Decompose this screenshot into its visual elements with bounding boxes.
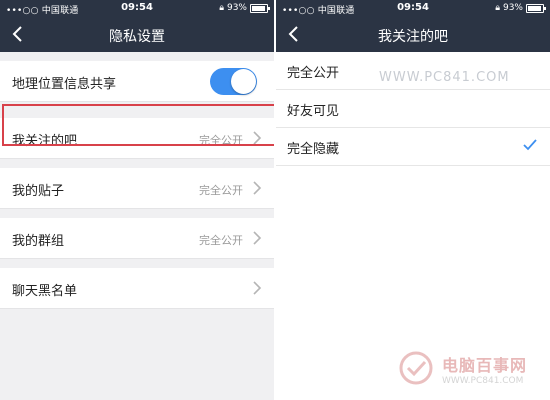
followed-bars-visibility-screen: •••○○ 中国联通 09:54 🔒︎ 93% 我关注的吧 完全公开 好友可见 … bbox=[276, 0, 550, 400]
option-label: 完全公开 bbox=[287, 66, 340, 81]
page-title: 我关注的吧 bbox=[378, 29, 448, 45]
page-title: 隐私设置 bbox=[109, 29, 165, 45]
row-label: 聊天黑名单 bbox=[12, 284, 78, 299]
battery-percent: 93% bbox=[502, 3, 523, 13]
my-groups-row[interactable]: 我的群组 完全公开 bbox=[0, 218, 274, 259]
site-logo: 电脑百事网 WWW.PC841.COM bbox=[398, 348, 548, 394]
nav-bar: 我关注的吧 bbox=[276, 17, 550, 52]
row-label: 我的贴子 bbox=[12, 184, 65, 199]
battery-icon bbox=[526, 3, 546, 13]
chevron-right-icon bbox=[253, 231, 262, 245]
logo-name: 电脑百事网 bbox=[442, 356, 528, 375]
option-label: 好友可见 bbox=[287, 104, 340, 119]
battery-indicator: 🔒︎ 93% bbox=[219, 3, 270, 13]
toggle-knob bbox=[231, 69, 256, 94]
location-share-row: 地理位置信息共享 bbox=[0, 61, 274, 102]
status-bar: •••○○ 中国联通 09:54 🔒︎ 93% bbox=[0, 0, 274, 17]
row-label: 我的群组 bbox=[12, 234, 65, 249]
battery-percent: 93% bbox=[226, 3, 247, 13]
battery-icon bbox=[250, 3, 270, 13]
row-value: 完全公开 bbox=[199, 234, 243, 247]
nav-bar: 隐私设置 bbox=[0, 17, 274, 52]
row-value: 完全公开 bbox=[199, 184, 243, 197]
option-friends-only[interactable]: 好友可见 bbox=[276, 90, 550, 128]
chevron-right-icon bbox=[253, 281, 262, 295]
checkmark-icon bbox=[523, 139, 537, 151]
chat-blacklist-row[interactable]: 聊天黑名单 bbox=[0, 268, 274, 309]
chevron-right-icon bbox=[253, 181, 262, 195]
logo-url: WWW.PC841.COM bbox=[442, 376, 524, 386]
location-share-label: 地理位置信息共享 bbox=[12, 77, 117, 92]
battery-indicator: 🔒︎ 93% bbox=[495, 3, 546, 13]
logo-mark-icon bbox=[399, 351, 433, 385]
watermark-text: WWW.PC841.COM bbox=[379, 70, 510, 85]
lock-icon: 🔒︎ bbox=[219, 3, 224, 13]
option-hidden[interactable]: 完全隐藏 bbox=[276, 128, 550, 166]
lock-icon: 🔒︎ bbox=[495, 3, 500, 13]
option-label: 完全隐藏 bbox=[287, 142, 340, 157]
status-bar: •••○○ 中国联通 09:54 🔒︎ 93% bbox=[276, 0, 550, 17]
privacy-settings-screen: •••○○ 中国联通 09:54 🔒︎ 93% 隐私设置 地理位置信息共享 我关… bbox=[0, 0, 274, 400]
location-share-toggle[interactable] bbox=[210, 68, 257, 95]
highlight-box bbox=[2, 104, 274, 146]
my-posts-row[interactable]: 我的贴子 完全公开 bbox=[0, 168, 274, 209]
